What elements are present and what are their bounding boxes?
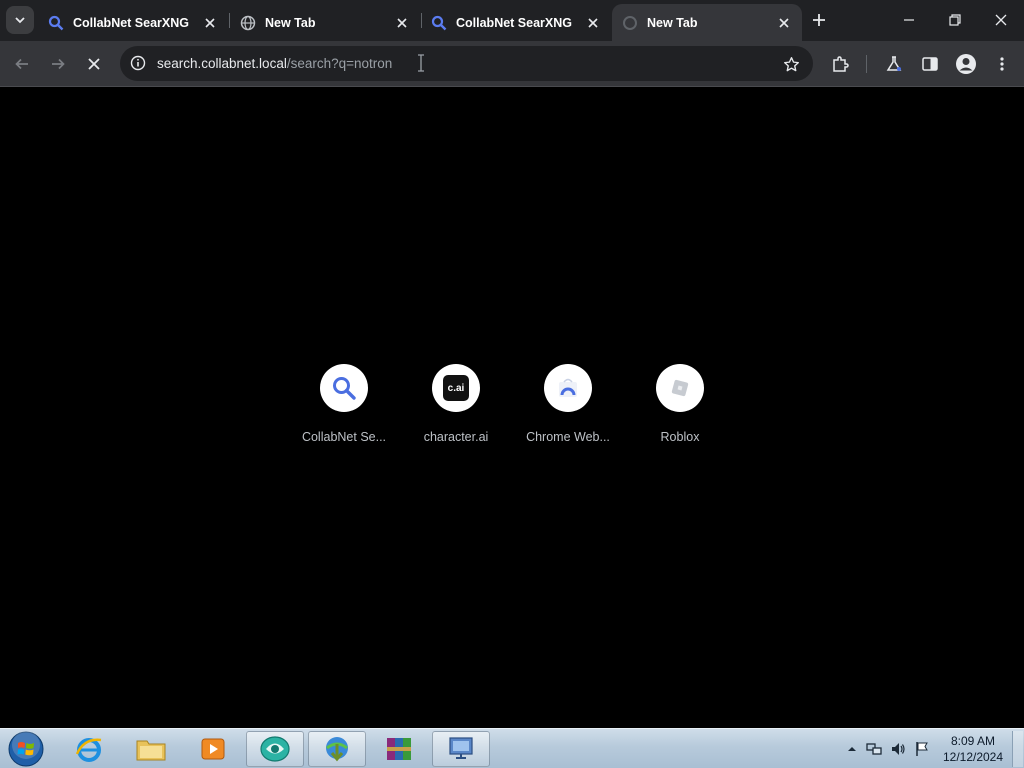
labs-button[interactable]	[880, 50, 908, 78]
chevron-up-icon	[848, 747, 856, 751]
internet-explorer-icon	[75, 738, 102, 762]
forward-button[interactable]	[44, 50, 72, 78]
show-hidden-icons-button[interactable]	[844, 741, 860, 757]
taskbar-download-manager[interactable]	[308, 731, 366, 767]
media-player-icon	[201, 738, 225, 760]
more-vertical-icon	[1000, 57, 1004, 71]
browser-toolbar: search.collabnet.local/search?q=notron	[0, 41, 1024, 87]
puzzle-piece-icon	[833, 56, 849, 72]
taskbar-media-player[interactable]	[184, 731, 242, 767]
loading-icon	[622, 15, 638, 31]
toolbar-separator	[866, 55, 867, 73]
back-button[interactable]	[8, 50, 36, 78]
tab-4-active[interactable]: New Tab	[612, 4, 802, 41]
taskbar-remote-desktop[interactable]	[432, 731, 490, 767]
shortcut-tile[interactable]: c.ai	[432, 364, 480, 412]
tab-strip: CollabNet SearXNG New Tab CollabNet Sear…	[0, 0, 1024, 41]
shortcut-tile[interactable]	[656, 364, 704, 412]
plus-icon	[813, 14, 825, 26]
menu-button[interactable]	[988, 50, 1016, 78]
shortcut-chrome-web-store[interactable]: Chrome Web...	[512, 364, 624, 454]
url-text[interactable]: search.collabnet.local/search?q=notron	[157, 56, 392, 71]
tab-search-button[interactable]	[6, 6, 34, 34]
tab-3[interactable]: CollabNet SearXNG	[421, 4, 611, 41]
url-path: /search?q=notron	[286, 56, 393, 71]
computer-icon	[449, 737, 473, 759]
arrow-right-icon	[52, 58, 65, 70]
screen: CollabNet SearXNG New Tab CollabNet Sear…	[0, 0, 1024, 768]
tab-close-icon[interactable]	[585, 15, 601, 31]
extensions-button[interactable]	[826, 50, 854, 78]
search-icon	[48, 15, 64, 31]
taskbar-file-explorer[interactable]	[122, 731, 180, 767]
search-icon	[333, 377, 356, 400]
character-ai-logo-text: c.ai	[447, 382, 465, 394]
start-button[interactable]	[6, 730, 46, 768]
bookmark-star-icon[interactable]	[781, 54, 801, 74]
clock-date: 12/12/2024	[942, 750, 1004, 764]
volume-icon[interactable]	[890, 741, 906, 757]
minimize-button[interactable]	[886, 0, 932, 40]
tab-close-icon[interactable]	[776, 15, 792, 31]
tab-title: CollabNet SearXNG	[456, 15, 573, 30]
roblox-icon	[671, 379, 689, 397]
url-host: search.collabnet.local	[157, 56, 287, 71]
restore-icon	[949, 14, 961, 26]
globe-icon	[240, 15, 256, 31]
chevron-down-icon	[15, 17, 25, 24]
site-info-icon[interactable]	[128, 53, 148, 73]
search-icon	[431, 15, 447, 31]
shortcut-label: Chrome Web...	[526, 430, 610, 444]
tab-title: CollabNet SearXNG	[73, 15, 190, 30]
clock[interactable]: 8:09 AM 12/12/2024	[940, 733, 1006, 765]
show-desktop-button[interactable]	[1012, 731, 1023, 767]
download-manager-icon	[326, 737, 348, 762]
stop-loading-button[interactable]	[80, 50, 108, 78]
tab-close-icon[interactable]	[202, 15, 218, 31]
taskbar-winrar[interactable]	[370, 731, 428, 767]
flask-icon	[886, 56, 902, 71]
network-icon[interactable]	[866, 741, 882, 757]
profile-button[interactable]	[952, 50, 980, 78]
character-ai-logo: c.ai	[443, 375, 469, 401]
action-center-flag-icon[interactable]	[914, 741, 930, 757]
tab-title: New Tab	[265, 15, 316, 30]
windows-logo-icon	[8, 731, 44, 767]
shortcut-collabnet-searxng[interactable]: CollabNet Se...	[288, 364, 400, 454]
tab-close-icon[interactable]	[394, 15, 410, 31]
close-icon	[995, 14, 1007, 26]
windows-taskbar: 8:09 AM 12/12/2024	[0, 728, 1024, 768]
tab-2[interactable]: New Tab	[230, 4, 420, 41]
shortcut-tile[interactable]	[544, 364, 592, 412]
close-window-button[interactable]	[978, 0, 1024, 40]
browser-app-icon	[260, 736, 290, 762]
address-bar[interactable]: search.collabnet.local/search?q=notron	[120, 46, 813, 81]
new-tab-button[interactable]	[808, 9, 830, 31]
shortcut-label: Roblox	[660, 430, 700, 444]
text-cursor-icon	[418, 54, 424, 72]
minimize-icon	[904, 19, 914, 21]
restore-button[interactable]	[932, 0, 978, 40]
side-panel-button[interactable]	[916, 50, 944, 78]
close-icon	[88, 58, 100, 70]
arrow-left-icon	[15, 58, 28, 70]
tab-title: New Tab	[647, 15, 698, 30]
new-tab-page: CollabNet Se... c.ai character.ai Chrome…	[0, 87, 1024, 728]
shortcut-label: character.ai	[423, 430, 489, 444]
clock-time: 8:09 AM	[950, 734, 996, 748]
taskbar-internet-explorer[interactable]	[60, 731, 118, 767]
chrome-web-store-icon	[559, 378, 577, 397]
tab-1[interactable]: CollabNet SearXNG	[38, 4, 228, 41]
winrar-icon	[387, 738, 411, 760]
shortcut-tile[interactable]	[320, 364, 368, 412]
shortcut-character-ai[interactable]: c.ai character.ai	[400, 364, 512, 454]
taskbar-chrome-browser[interactable]	[246, 731, 304, 767]
shortcut-label: CollabNet Se...	[301, 430, 387, 444]
avatar-icon	[956, 54, 976, 74]
side-panel-icon	[922, 57, 938, 71]
shortcut-roblox[interactable]: Roblox	[624, 364, 736, 454]
folder-icon	[136, 740, 166, 761]
